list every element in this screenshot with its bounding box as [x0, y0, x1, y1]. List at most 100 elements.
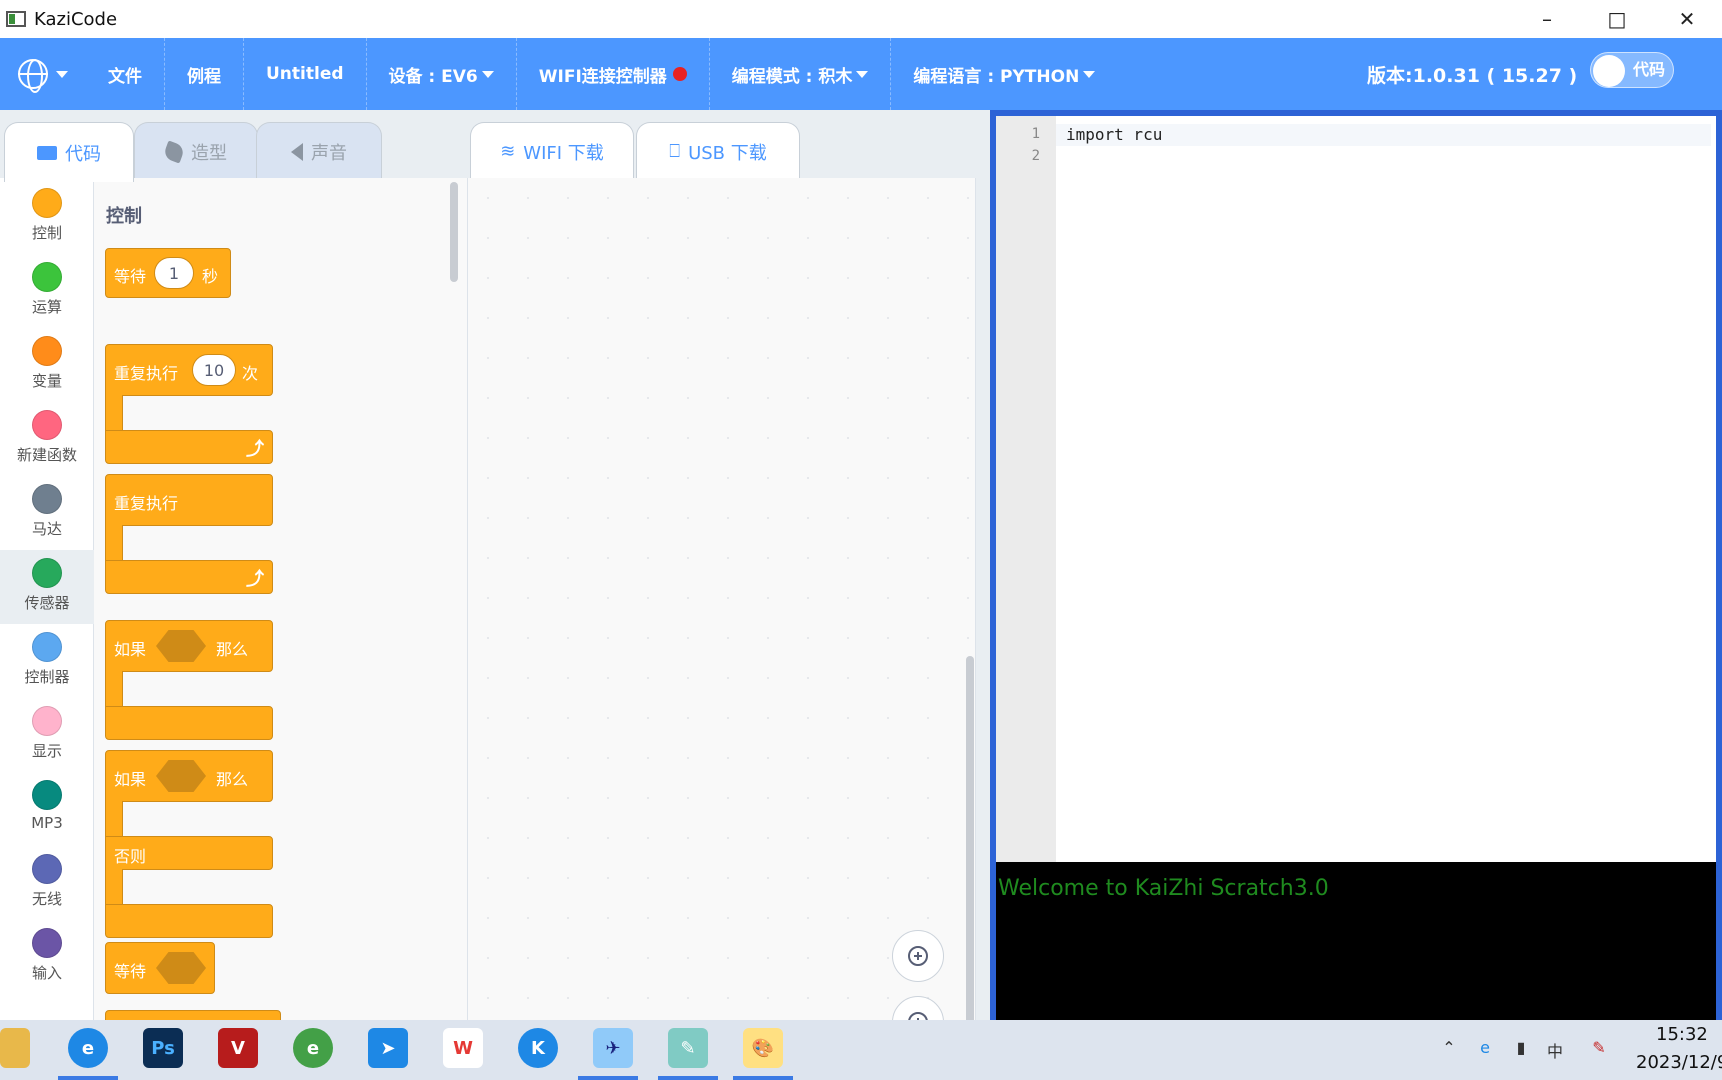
ie-tray-icon[interactable]: e: [1474, 1038, 1496, 1060]
block-forever-foot: ⤴: [105, 560, 273, 594]
menu-examples[interactable]: 例程: [165, 38, 244, 110]
condition-slot[interactable]: [156, 630, 206, 662]
kazicode-taskbar-icon[interactable]: ✈: [593, 1028, 633, 1068]
category-dot: [32, 410, 62, 440]
palette-scrollbar[interactable]: [450, 182, 458, 282]
condition-slot[interactable]: [156, 952, 206, 984]
browser-icon[interactable]: e: [293, 1028, 333, 1068]
code-panel: 1 2 import rcu Welcome to KaiZhi Scratch…: [990, 110, 1722, 1020]
globe-icon: [18, 59, 48, 93]
caret-down-icon: [56, 70, 68, 78]
category-control[interactable]: 控制: [0, 180, 94, 254]
category-motor[interactable]: 马达: [0, 476, 94, 550]
menu-file[interactable]: 文件: [86, 38, 165, 110]
category-label: 新建函数: [16, 446, 77, 464]
battery-icon[interactable]: ▮: [1510, 1038, 1532, 1060]
active-app-indicator: [578, 1076, 638, 1080]
category-dot: [32, 262, 62, 292]
active-app-indicator: [733, 1076, 793, 1080]
photoshop-icon[interactable]: Ps: [143, 1028, 183, 1068]
clock-date[interactable]: 2023/12/9: [1636, 1052, 1722, 1073]
minimize-button[interactable]: –: [1512, 0, 1582, 38]
block-wait-seconds[interactable]: 等待 1 秒: [105, 248, 231, 298]
wifi-download-label: WIFI 下载: [523, 142, 604, 164]
tab-sound[interactable]: 声音: [256, 122, 382, 180]
video-editor-icon[interactable]: V: [218, 1028, 258, 1068]
category-label: 运算: [31, 298, 62, 316]
tab-sound-label: 声音: [311, 142, 347, 164]
block-text: 等待: [114, 267, 147, 286]
block-if-else[interactable]: 如果 那么: [105, 750, 273, 802]
menu-wifi-label: WIFI连接控制器: [538, 66, 667, 87]
block-text: 秒: [202, 267, 219, 286]
script-workspace[interactable]: [468, 178, 976, 1056]
chevron-up-icon[interactable]: ⌃: [1438, 1038, 1460, 1060]
category-dot: [32, 188, 62, 218]
category-input[interactable]: 输入: [0, 920, 94, 994]
block-repeat-arm: [105, 395, 123, 431]
block-text: 次: [242, 364, 259, 383]
active-app-indicator: [58, 1076, 118, 1080]
project-title[interactable]: Untitled: [244, 38, 367, 110]
loop-arrow-icon: ⤴: [246, 569, 264, 590]
paint-icon[interactable]: 🎨: [743, 1028, 783, 1068]
block-else-row: 否则: [105, 836, 273, 870]
category-functions[interactable]: 新建函数: [0, 402, 94, 476]
toggle-knob: [1593, 55, 1625, 87]
language-menu[interactable]: [0, 38, 86, 110]
category-wireless[interactable]: 无线: [0, 846, 94, 920]
block-forever[interactable]: 重复执行: [105, 474, 273, 526]
wifi-icon: ≋: [500, 141, 516, 162]
category-display[interactable]: 显示: [0, 698, 94, 772]
ime-icon[interactable]: 中: [1544, 1038, 1566, 1061]
menu-language[interactable]: 编程语言 : PYTHON: [891, 38, 1117, 110]
tab-costume[interactable]: 造型: [134, 122, 258, 180]
maximize-button[interactable]: □: [1582, 0, 1652, 38]
ie-browser-icon[interactable]: e: [68, 1028, 108, 1068]
workspace-scrollbar[interactable]: [966, 656, 974, 1056]
block-wait-until[interactable]: 等待: [105, 942, 215, 994]
line-number: 1: [1031, 126, 1040, 142]
window-title: KaziCode: [34, 8, 118, 30]
menu-wifi-connect[interactable]: WIFI连接控制器: [517, 38, 710, 110]
menu-language-label: 编程语言 : PYTHON: [913, 66, 1080, 87]
caret-down-icon: [1083, 70, 1096, 78]
clock-time[interactable]: 15:32: [1656, 1024, 1708, 1045]
wait-seconds-input[interactable]: 1: [154, 257, 194, 289]
category-controller[interactable]: 控制器: [0, 624, 94, 698]
wps-icon[interactable]: W: [443, 1028, 483, 1068]
menu-mode-label: 编程模式 : 积木: [731, 66, 853, 87]
block-if-else-arm: [105, 801, 123, 837]
block-repeat[interactable]: 重复执行 10 次: [105, 344, 273, 396]
code-editor[interactable]: 1 2 import rcu: [996, 116, 1716, 862]
condition-slot[interactable]: [156, 760, 206, 792]
category-operators[interactable]: 运算: [0, 254, 94, 328]
zoom-in-button[interactable]: [892, 930, 944, 982]
kugou-icon[interactable]: K: [518, 1028, 558, 1068]
tab-code[interactable]: 代码: [4, 122, 134, 182]
wifi-download-button[interactable]: ≋ WIFI 下载: [470, 122, 634, 180]
block-next[interactable]: [105, 1010, 281, 1020]
notepad-icon[interactable]: ✎: [668, 1028, 708, 1068]
repeat-count-input[interactable]: 10: [192, 354, 236, 386]
block-if-foot: [105, 706, 273, 740]
category-sensor[interactable]: 传感器: [0, 550, 94, 624]
feishu-icon[interactable]: ➤: [368, 1028, 408, 1068]
code-toggle[interactable]: 代码: [1590, 52, 1674, 88]
category-label: MP3: [31, 814, 63, 832]
category-label: 变量: [31, 372, 62, 390]
block-if-then[interactable]: 如果 那么: [105, 620, 273, 672]
category-variables[interactable]: 变量: [0, 328, 94, 402]
menu-mode[interactable]: 编程模式 : 积木: [710, 38, 892, 110]
file-explorer-icon[interactable]: [0, 1028, 30, 1068]
active-app-indicator: [658, 1076, 718, 1080]
close-button[interactable]: ✕: [1652, 0, 1722, 38]
category-mp3[interactable]: MP3: [0, 772, 94, 846]
line-number: 2: [1031, 148, 1040, 164]
input-tool-icon[interactable]: ✎: [1588, 1038, 1610, 1060]
menu-device[interactable]: 设备 : EV6: [367, 38, 517, 110]
usb-download-button[interactable]: ⎕ USB 下载: [636, 122, 800, 180]
category-bar: 控制 运算 变量 新建函数 马达 传感器 控制器 显示 MP3 无线 输入: [0, 178, 94, 1020]
category-dot: [32, 336, 62, 366]
category-dot: [32, 558, 62, 588]
